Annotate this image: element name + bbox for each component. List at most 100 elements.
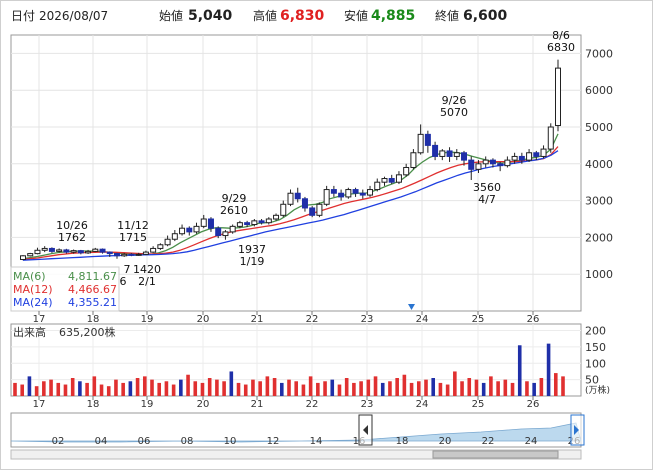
- candle-up: [367, 189, 374, 196]
- candle-down: [128, 253, 135, 256]
- candle-up: [222, 231, 229, 237]
- volume-bar: [114, 379, 118, 396]
- navigator-scrollbar-thumb[interactable]: [432, 450, 559, 459]
- volume-bar: [316, 382, 320, 396]
- volume-bar: [453, 371, 457, 396]
- volume-bar: [171, 384, 176, 396]
- candle-down: [489, 159, 496, 165]
- volume-chart: 50 100 150 200 出来高 635,200株 (万株): [10, 323, 610, 397]
- volume-bar: [359, 381, 363, 396]
- volume-bar: [56, 382, 61, 396]
- candle-up: [27, 253, 34, 257]
- high-label: 高値: [253, 8, 277, 23]
- volume-bar: [128, 381, 133, 396]
- volume-bar: [121, 382, 125, 396]
- x-tick-label: 24: [416, 314, 429, 325]
- volume-bar: [337, 384, 342, 396]
- header: 日付 2026/08/07 始値 5,040 高値 6,830 安値 4,885…: [1, 1, 652, 27]
- candle-down: [533, 152, 540, 157]
- volume-bar: [438, 382, 443, 396]
- volume-bar: [193, 381, 198, 396]
- candle-up: [179, 227, 186, 235]
- ma-legend: MA(6) 4,811.67 MA(12) 4,466.67 MA(24) 4,…: [10, 266, 120, 312]
- candle-down: [352, 189, 359, 194]
- candle-up: [526, 152, 533, 161]
- volume-bar: [352, 382, 356, 396]
- navigator-year-label: 04: [95, 436, 108, 447]
- volume-unit: (万株): [585, 384, 610, 396]
- volume-bar: [215, 379, 219, 396]
- x-tick-label: 19: [141, 314, 154, 325]
- candle-down: [388, 178, 395, 183]
- volume-bar: [92, 376, 97, 396]
- x-tick-label: 20: [197, 399, 210, 410]
- candle-up: [41, 247, 48, 251]
- x-tick-label: 23: [361, 314, 374, 325]
- volume-bar: [106, 386, 111, 396]
- candle-down: [309, 207, 316, 216]
- annotation-value: 1715: [119, 231, 147, 244]
- x-tick-label: 18: [87, 399, 100, 410]
- volume-bar: [323, 381, 327, 396]
- candle-up: [157, 244, 164, 249]
- candle-up: [540, 148, 547, 157]
- annotation-date: 1/19: [240, 255, 265, 268]
- volume-bar: [402, 374, 407, 396]
- volume-bar: [510, 382, 515, 396]
- candle-up: [417, 133, 424, 154]
- volume-bar: [186, 374, 190, 396]
- volume-y-tick-label: 150: [585, 341, 606, 354]
- volume-y-tick-label: 50: [585, 374, 599, 387]
- volume-bar: [294, 381, 299, 396]
- candle-up: [280, 203, 287, 216]
- candle-up: [511, 155, 518, 161]
- date-label: 日付: [11, 9, 35, 23]
- volume-bar: [481, 382, 486, 396]
- volume-bar: [99, 384, 104, 396]
- y-tick-label: 4000: [585, 158, 613, 171]
- candle-up: [171, 233, 178, 240]
- annotation-value: 1762: [58, 231, 86, 244]
- candle-up: [34, 249, 41, 255]
- annotation-value: 7: [124, 263, 131, 276]
- volume-bar: [445, 384, 450, 396]
- candle-down: [468, 159, 475, 170]
- volume-bar: [63, 384, 68, 396]
- candle-down: [301, 198, 308, 209]
- navigator-year-label: 24: [525, 436, 538, 447]
- volume-title-label: 出来高: [13, 325, 46, 339]
- volume-bar: [34, 386, 39, 396]
- range-navigator[interactable]: 02040608101214161820222426: [10, 412, 585, 460]
- volume-bar: [395, 378, 399, 396]
- volume-bar: [388, 381, 392, 396]
- navigator-year-label: 08: [181, 436, 194, 447]
- volume-bar: [135, 378, 140, 396]
- volume-bar: [85, 382, 89, 396]
- candle-up: [251, 220, 258, 226]
- stock-chart-window: 日付 2026/08/07 始値 5,040 高値 6,830 安値 4,885…: [0, 0, 653, 470]
- candle-up: [164, 238, 171, 246]
- candle-up: [70, 250, 77, 253]
- x-tick-label: 19: [141, 399, 154, 410]
- candle-up: [56, 249, 63, 252]
- x-tick-label: 21: [251, 314, 264, 325]
- x-tick-label: 18: [87, 314, 100, 325]
- volume-y-axis: 50 100 150 200: [585, 325, 606, 387]
- x-tick-label: 22: [306, 314, 319, 325]
- volume-bar: [78, 381, 82, 396]
- candle-up: [504, 159, 511, 167]
- open-label: 始値: [159, 8, 183, 23]
- volume-bar: [525, 381, 529, 396]
- candle-down: [294, 192, 301, 200]
- volume-bar: [467, 378, 472, 396]
- candle-down: [207, 218, 214, 229]
- date-value: 2026/08/07: [39, 9, 108, 23]
- volume-bar: [27, 376, 32, 396]
- volume-bar: [330, 379, 335, 396]
- candle-down: [258, 220, 265, 224]
- candle-up: [345, 189, 352, 198]
- volume-bar: [287, 379, 291, 396]
- candle-up: [475, 163, 482, 170]
- volume-bar: [243, 384, 248, 396]
- ma12-value: 4,466.67: [68, 283, 117, 296]
